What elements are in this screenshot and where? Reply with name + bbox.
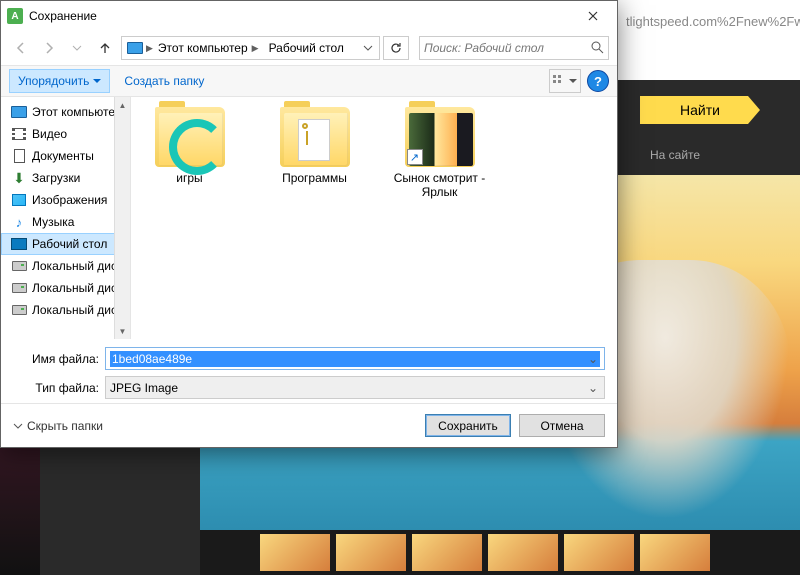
tree-pc[interactable]: Этот компьютер <box>1 101 130 123</box>
address-fragment: tlightspeed.com%2Fnew%2Fw <box>626 14 800 29</box>
folder-programs[interactable]: Программы <box>262 107 367 185</box>
chevron-down-icon[interactable]: ⌄ <box>584 381 602 395</box>
tree-drive-2[interactable]: Локальный диск <box>1 277 130 299</box>
breadcrumb-dropdown[interactable] <box>359 43 377 53</box>
toolbar: Упорядочить Создать папку ? <box>1 65 617 97</box>
filename-combobox[interactable]: ⌄ <box>105 347 605 370</box>
organize-button[interactable]: Упорядочить <box>9 69 110 93</box>
close-icon <box>588 11 598 21</box>
search-box[interactable] <box>419 36 609 60</box>
help-button[interactable]: ? <box>587 70 609 92</box>
chevron-right-icon[interactable]: ▶ <box>146 43 153 54</box>
tree-images[interactable]: Изображения <box>1 189 130 211</box>
chevron-down-icon <box>13 421 23 431</box>
find-button[interactable]: Найти <box>640 96 760 124</box>
nav-forward-button[interactable] <box>37 36 61 60</box>
chevron-down-icon <box>363 43 373 53</box>
scroll-down-icon[interactable]: ▼ <box>115 323 130 339</box>
thumbnail-strip[interactable] <box>200 530 800 575</box>
tiles-icon <box>553 75 567 87</box>
breadcrumb-pc[interactable]: Этот компьютер▶ <box>153 37 264 59</box>
arrow-right-icon <box>42 41 56 55</box>
breadcrumb-desktop[interactable]: Рабочий стол <box>264 37 349 59</box>
search-input[interactable] <box>424 41 590 55</box>
tree-scrollbar[interactable]: ▲ ▼ <box>114 97 130 339</box>
tree-desktop[interactable]: Рабочий стол <box>1 233 130 255</box>
refresh-icon <box>389 41 403 55</box>
chevron-down-icon <box>72 43 82 53</box>
titlebar[interactable]: A Сохранение <box>1 1 617 31</box>
filetype-select[interactable]: JPEG Image ⌄ <box>105 376 605 399</box>
chevron-down-icon <box>569 77 577 85</box>
arrow-up-icon <box>98 41 112 55</box>
site-filter-label: На сайте <box>650 148 700 162</box>
file-pane[interactable]: игры Программы ↗ Сынок смотрит - Ярлык <box>131 97 617 339</box>
refresh-button[interactable] <box>383 36 409 60</box>
tree-video[interactable]: Видео <box>1 123 130 145</box>
arrow-left-icon <box>14 41 28 55</box>
nav-back-button[interactable] <box>9 36 33 60</box>
tree-drive-3[interactable]: Локальный диск <box>1 299 130 321</box>
filename-label: Имя файла: <box>13 352 105 366</box>
folder-shortcut[interactable]: ↗ Сынок смотрит - Ярлык <box>387 107 492 200</box>
hide-folders-toggle[interactable]: Скрыть папки <box>13 419 103 433</box>
tree-documents[interactable]: Документы <box>1 145 130 167</box>
navigation-tree[interactable]: Этот компьютер Видео Документы ⬇Загрузки… <box>1 97 131 339</box>
app-icon: A <box>7 8 23 24</box>
tree-drive-1[interactable]: Локальный диск <box>1 255 130 277</box>
pc-icon <box>124 40 146 56</box>
chevron-down-icon[interactable]: ⌄ <box>584 352 602 366</box>
navigation-row: ▶ Этот компьютер▶ Рабочий стол <box>1 31 617 65</box>
file-fields: Имя файла: ⌄ Тип файла: JPEG Image ⌄ <box>1 339 617 403</box>
filename-input[interactable] <box>110 351 600 367</box>
folder-games[interactable]: игры <box>137 107 242 185</box>
save-dialog: A Сохранение ▶ Этот компьютер▶ Рабочий с… <box>0 0 618 448</box>
new-folder-button[interactable]: Создать папку <box>124 74 204 88</box>
nav-up-button[interactable] <box>93 36 117 60</box>
dialog-footer: Скрыть папки Сохранить Отмена <box>1 403 617 447</box>
scroll-up-icon[interactable]: ▲ <box>115 97 130 113</box>
breadcrumb[interactable]: ▶ Этот компьютер▶ Рабочий стол <box>121 36 380 60</box>
search-icon[interactable] <box>590 40 604 57</box>
tree-music[interactable]: ♪Музыка <box>1 211 130 233</box>
cancel-button[interactable]: Отмена <box>519 414 605 437</box>
save-button[interactable]: Сохранить <box>425 414 511 437</box>
tree-downloads[interactable]: ⬇Загрузки <box>1 167 130 189</box>
shortcut-icon: ↗ <box>407 149 423 165</box>
view-mode-button[interactable] <box>549 69 581 93</box>
chevron-down-icon <box>93 77 101 85</box>
download-icon: ⬇ <box>11 170 27 186</box>
nav-recent-button[interactable] <box>65 36 89 60</box>
close-button[interactable] <box>570 2 615 30</box>
music-icon: ♪ <box>11 214 27 230</box>
dialog-title: Сохранение <box>29 9 570 23</box>
filetype-label: Тип файла: <box>13 381 105 395</box>
